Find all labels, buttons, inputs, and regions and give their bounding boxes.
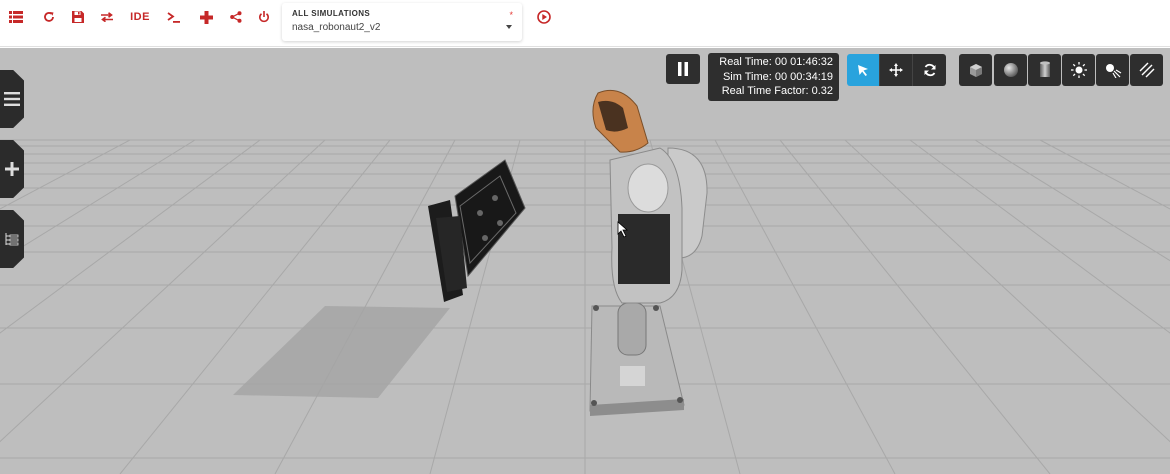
ide-button[interactable]: IDE bbox=[129, 6, 151, 28]
gazebo-web-app: IDE ALL SIMULATIONS nasa_robonaut2_v2 * bbox=[0, 0, 1170, 474]
rotate-mode-button[interactable] bbox=[913, 54, 946, 86]
insert-box-button[interactable] bbox=[959, 54, 992, 86]
terminal-icon[interactable] bbox=[166, 6, 180, 28]
select-mode-button[interactable] bbox=[847, 54, 880, 86]
pause-icon bbox=[678, 62, 688, 76]
simulation-select-label: ALL SIMULATIONS bbox=[292, 9, 371, 18]
sim-time: Sim Time: 00 00:34:19 bbox=[722, 70, 833, 83]
save-icon[interactable] bbox=[71, 6, 85, 28]
pause-button[interactable] bbox=[666, 54, 700, 84]
swap-icon[interactable] bbox=[100, 6, 114, 28]
box-icon bbox=[969, 64, 982, 77]
share-icon[interactable] bbox=[229, 6, 243, 28]
insert-directional-light-button[interactable] bbox=[1130, 54, 1163, 86]
simulation-select[interactable]: ALL SIMULATIONS nasa_robonaut2_v2 * bbox=[282, 3, 522, 41]
hamburger-icon bbox=[4, 92, 20, 106]
tree-side-tab[interactable] bbox=[0, 210, 24, 268]
translate-icon bbox=[889, 63, 903, 77]
translate-mode-button[interactable] bbox=[880, 54, 913, 86]
plus-icon bbox=[5, 162, 19, 176]
directional-light-icon bbox=[1139, 62, 1154, 78]
rotate-icon bbox=[924, 63, 935, 77]
spot-light-icon bbox=[1105, 64, 1121, 78]
sun-light-icon bbox=[1070, 62, 1087, 78]
select-arrow-icon bbox=[858, 65, 868, 76]
simulation-select-value: nasa_robonaut2_v2 bbox=[292, 22, 381, 33]
insert-side-tab[interactable] bbox=[0, 140, 24, 198]
task-board[interactable] bbox=[428, 159, 526, 302]
insert-sphere-button[interactable] bbox=[994, 54, 1027, 86]
insert-spot-light-button[interactable] bbox=[1096, 54, 1129, 86]
sphere-icon bbox=[1003, 63, 1018, 77]
chevron-down-icon bbox=[506, 25, 512, 29]
manipulation-mode-group bbox=[847, 54, 946, 86]
ground-grid bbox=[0, 139, 1170, 474]
cylinder-icon bbox=[1039, 61, 1050, 77]
record-icon[interactable] bbox=[536, 6, 552, 28]
list-icon[interactable] bbox=[8, 6, 24, 28]
real-time-factor: Real Time Factor: 0.32 bbox=[721, 85, 833, 97]
tree-icon bbox=[5, 233, 19, 246]
modified-marker: * bbox=[509, 10, 513, 20]
scene-canvas bbox=[0, 89, 1170, 474]
plugin-icon[interactable] bbox=[199, 6, 213, 28]
scene-viewport[interactable] bbox=[0, 48, 1170, 474]
top-toolbar: IDE ALL SIMULATIONS nasa_robonaut2_v2 * bbox=[0, 0, 1170, 47]
power-icon[interactable] bbox=[257, 6, 271, 28]
insert-point-light-button[interactable] bbox=[1062, 54, 1095, 86]
refresh-icon[interactable] bbox=[42, 6, 56, 28]
menu-side-tab[interactable] bbox=[0, 70, 24, 128]
real-time: Real Time: 00 01:46:32 bbox=[719, 56, 833, 68]
insert-cylinder-button[interactable] bbox=[1028, 54, 1061, 86]
time-display: Real Time: 00 01:46:32 Sim Time: 00 00:3… bbox=[708, 53, 839, 101]
